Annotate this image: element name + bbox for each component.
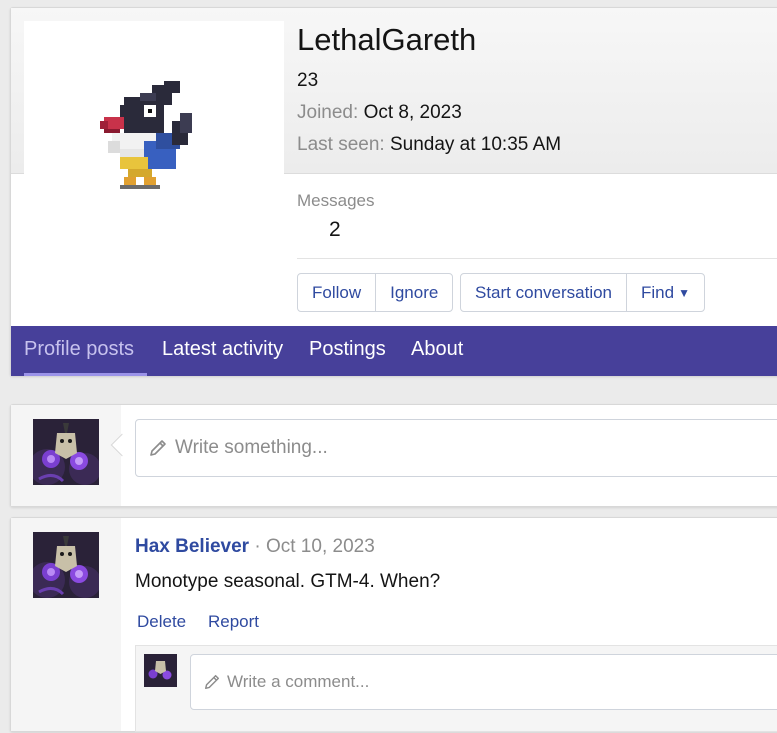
profile-post-composer: Write something... xyxy=(10,404,777,507)
joined-label: Joined: xyxy=(297,102,359,123)
delete-link[interactable]: Delete xyxy=(137,612,186,632)
post-author-avatar[interactable] xyxy=(33,532,99,598)
joined-line: Joined: Oct 8, 2023 xyxy=(297,102,462,124)
current-user-avatar[interactable] xyxy=(33,419,99,485)
ghost-avatar-icon xyxy=(144,654,177,687)
write-comment-placeholder: Write a comment... xyxy=(227,672,370,691)
conversation-find-group: Start conversation Find ▼ xyxy=(460,273,705,312)
find-button[interactable]: Find ▼ xyxy=(626,274,704,311)
post-author-link[interactable]: Hax Believer xyxy=(135,536,249,557)
ignore-button[interactable]: Ignore xyxy=(375,274,452,311)
start-conversation-button[interactable]: Start conversation xyxy=(461,274,626,311)
post-body: Monotype seasonal. GTM-4. When? xyxy=(135,571,441,592)
pencil-icon xyxy=(150,440,166,456)
follow-ignore-group: Follow Ignore xyxy=(297,273,454,312)
tab-postings[interactable]: Postings xyxy=(309,326,386,376)
pencil-icon xyxy=(204,674,220,690)
follow-button[interactable]: Follow xyxy=(298,274,375,311)
tab-profile-posts[interactable]: Profile posts xyxy=(24,326,147,376)
last-seen-label: Last seen: xyxy=(297,134,385,155)
ghost-avatar-icon xyxy=(33,419,99,485)
comment-area: Write a comment... xyxy=(135,645,777,732)
caret-down-icon: ▼ xyxy=(678,285,690,300)
profile-username: LethalGareth xyxy=(297,22,477,57)
report-link[interactable]: Report xyxy=(208,612,259,632)
profile-avatar[interactable] xyxy=(24,21,284,281)
write-something-input[interactable]: Write something... xyxy=(135,419,777,477)
post-meta-separator: · xyxy=(254,536,261,557)
comment-user-avatar[interactable] xyxy=(144,654,177,687)
post-meta: Hax Believer · Oct 10, 2023 xyxy=(135,536,375,558)
post-date-link[interactable]: Oct 10, 2023 xyxy=(266,536,375,557)
write-something-placeholder: Write something... xyxy=(175,437,328,458)
profile-tabs: Profile posts Latest activity Postings A… xyxy=(11,326,777,376)
messages-count[interactable]: 2 xyxy=(329,218,341,242)
profile-user-title: 23 xyxy=(297,70,319,91)
joined-value: Oct 8, 2023 xyxy=(363,102,462,123)
last-seen-line: Last seen: Sunday at 10:35 AM xyxy=(297,134,561,156)
last-seen-value: Sunday at 10:35 AM xyxy=(389,134,562,155)
tab-latest-activity[interactable]: Latest activity xyxy=(162,326,283,376)
tab-about[interactable]: About xyxy=(411,326,463,376)
chatot-sprite-icon xyxy=(100,81,192,189)
write-comment-input[interactable]: Write a comment... xyxy=(190,654,777,710)
profile-header: LethalGareth 23 Joined: Oct 8, 2023 Last… xyxy=(10,7,777,376)
ghost-avatar-icon xyxy=(33,532,99,598)
profile-post: Hax Believer · Oct 10, 2023 Monotype sea… xyxy=(10,517,777,732)
header-divider xyxy=(297,258,777,259)
find-label: Find xyxy=(641,282,675,302)
messages-label: Messages xyxy=(297,191,375,210)
